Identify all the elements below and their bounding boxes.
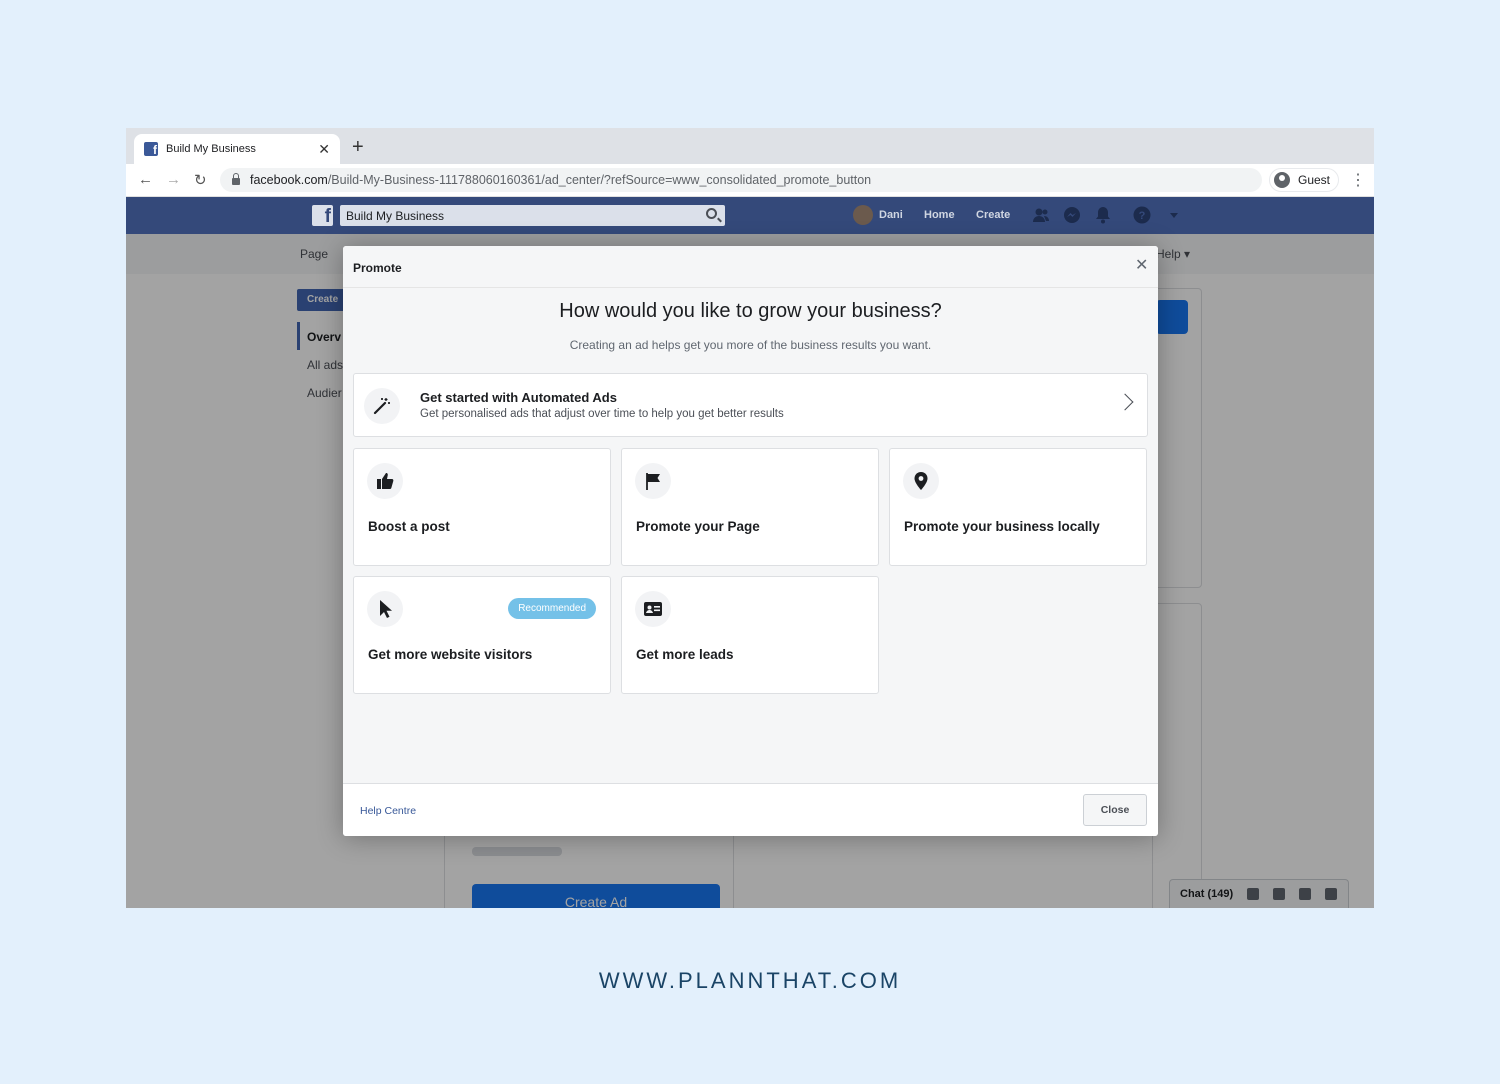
forward-icon[interactable]: → [166,171,181,188]
automated-ads-description: Get personalised ads that adjust over ti… [420,408,784,420]
url-host: facebook.com [250,173,328,187]
option-label: Boost a post [368,519,450,534]
search-icon[interactable] [706,208,717,219]
facebook-header: f Build My Business Dani Home Create ? [126,197,1374,234]
watermark-text: WWW.PLANNTHAT.COM [598,968,902,993]
notifications-icon[interactable] [1094,206,1112,224]
search-value: Build My Business [346,208,445,223]
svg-text:?: ? [1139,210,1146,222]
messenger-icon[interactable] [1063,206,1081,224]
create-link[interactable]: Create [976,209,1010,221]
automated-ads-title: Get started with Automated Ads [420,390,617,405]
automated-ads-option[interactable]: Get started with Automated Ads Get perso… [353,373,1148,437]
option-label: Promote your business locally [904,519,1100,534]
recommended-badge: Recommended [508,598,596,619]
thumbs-up-icon [367,463,403,499]
tab-title: Build My Business [166,143,256,155]
get-leads-option[interactable]: Get more leads [621,576,879,694]
user-name: Dani [879,209,903,221]
website-visitors-option[interactable]: Recommended Get more website visitors [353,576,611,694]
chevron-right-icon [1116,393,1134,411]
tab-strip: f Build My Business ✕ + [126,128,1374,164]
cursor-icon [367,591,403,627]
reload-icon[interactable]: ↻ [194,171,207,189]
boost-post-option[interactable]: Boost a post [353,448,611,566]
facebook-favicon-icon: f [144,142,158,156]
close-icon[interactable]: ✕ [1135,258,1148,274]
home-link[interactable]: Home [924,209,955,221]
lock-icon [232,173,240,185]
promote-locally-option[interactable]: Promote your business locally [889,448,1147,566]
profile-button[interactable]: Guest [1269,168,1340,192]
dialog-title: Promote [353,261,402,275]
guest-avatar-icon [1274,172,1290,188]
magic-wand-icon [364,388,400,424]
account-menu-icon[interactable] [1165,206,1183,224]
browser-menu-icon[interactable]: ⋮ [1350,170,1366,190]
dialog-subheading: Creating an ad helps get you more of the… [569,338,932,352]
avatar [853,205,873,225]
close-button[interactable]: Close [1083,794,1147,826]
facebook-search-input[interactable]: Build My Business [340,205,725,226]
dialog-footer: Help Centre Close [343,783,1158,836]
new-tab-icon[interactable]: + [352,137,364,157]
promote-page-option[interactable]: Promote your Page [621,448,879,566]
user-profile-link[interactable]: Dani [853,205,903,225]
help-icon[interactable]: ? [1133,206,1151,224]
location-pin-icon [903,463,939,499]
help-centre-link[interactable]: Help Centre [360,805,416,817]
profile-label: Guest [1298,173,1331,187]
flag-icon [635,463,671,499]
dialog-heading: How would you like to grow your business… [559,300,942,322]
back-icon[interactable]: ← [138,171,153,188]
close-tab-icon[interactable]: ✕ [318,141,330,158]
url-path: /Build-My-Business-111788060160361/ad_ce… [327,173,872,187]
dialog-header: Promote ✕ [343,246,1158,288]
address-bar[interactable]: facebook.com/Build-My-Business-111788060… [220,168,1262,192]
option-label: Get more website visitors [368,647,533,662]
address-bar-row: ← → ↻ facebook.com/Build-My-Business-111… [126,164,1374,197]
friends-icon[interactable] [1032,206,1050,224]
browser-window: f Build My Business ✕ + ← → ↻ facebook.c… [126,128,1374,908]
option-label: Get more leads [636,647,734,662]
promote-dialog: Promote ✕ How would you like to grow you… [343,246,1158,836]
contact-card-icon [635,591,671,627]
browser-tab[interactable]: f Build My Business ✕ [134,134,340,164]
facebook-logo-icon[interactable]: f [312,205,333,226]
option-label: Promote your Page [636,519,760,534]
